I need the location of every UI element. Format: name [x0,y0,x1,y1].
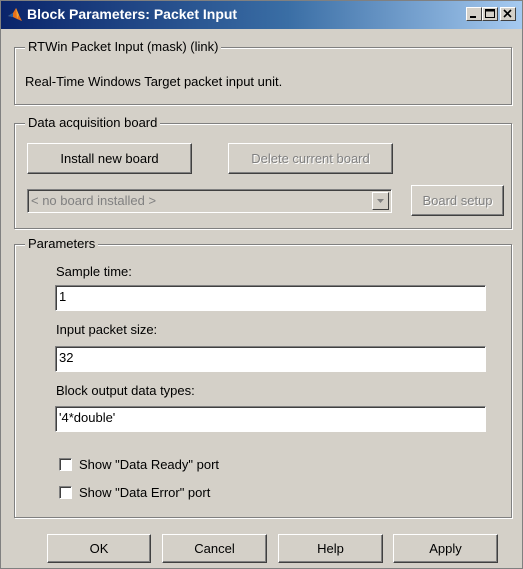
daq-group-legend: Data acquisition board [25,115,161,131]
sample-time-label: Sample time: [56,264,132,279]
apply-button[interactable]: Apply [393,534,498,563]
title-bar[interactable]: Block Parameters: Packet Input [1,1,522,29]
minimize-icon [470,16,476,18]
minimize-button[interactable] [466,7,482,21]
data-error-checkbox[interactable] [59,486,72,499]
board-select-value: < no board installed > [31,193,157,208]
maximize-icon [485,9,495,18]
help-button[interactable]: Help [278,534,383,563]
board-setup-button[interactable]: Board setup [411,185,504,216]
ok-button[interactable]: OK [47,534,151,563]
mask-group: RTWin Packet Input (mask) (link) Real-Ti… [14,39,512,105]
chevron-down-icon [377,199,384,203]
board-select-dropdown[interactable] [372,192,389,210]
cancel-button[interactable]: Cancel [162,534,267,563]
data-ready-checkbox[interactable] [59,458,72,471]
block-parameters-dialog: Block Parameters: Packet Input RTWin Pac… [0,0,523,569]
mask-group-legend: RTWin Packet Input (mask) (link) [25,39,222,55]
mask-description: Real-Time Windows Target packet input un… [25,74,283,89]
packet-size-label: Input packet size: [56,322,158,337]
close-icon [503,9,512,18]
daq-group: Data acquisition board Install new board… [14,115,512,229]
board-select[interactable]: < no board installed > [27,189,392,213]
install-board-button[interactable]: Install new board [27,143,192,174]
parameters-group: Parameters Sample time: 1 Input packet s… [14,236,512,518]
packet-size-input[interactable]: 32 [55,346,486,372]
output-types-label: Block output data types: [56,383,195,398]
parameters-group-legend: Parameters [25,236,99,252]
delete-board-button[interactable]: Delete current board [228,143,393,174]
sample-time-input[interactable]: 1 [55,285,486,311]
matlab-logo-icon [8,8,22,21]
window-title: Block Parameters: Packet Input [27,6,238,22]
data-error-label: Show "Data Error" port [79,485,211,500]
maximize-button[interactable] [482,7,498,21]
output-types-input[interactable]: '4*double' [55,406,486,432]
close-button[interactable] [500,7,516,21]
data-ready-label: Show "Data Ready" port [79,457,220,472]
